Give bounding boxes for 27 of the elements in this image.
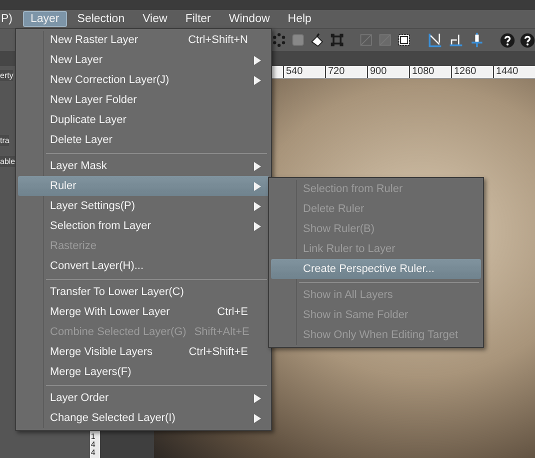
ruler-label: 900 [367, 66, 408, 78]
menu-bar-item[interactable]: P) [0, 11, 20, 27]
bucket-icon[interactable] [310, 32, 325, 48]
ruler-label: 1080 [409, 66, 450, 78]
menu-bar-item[interactable]: Help [280, 11, 320, 27]
menu-item[interactable]: Ruler [18, 176, 269, 196]
menu-bar-item[interactable]: Window [220, 11, 278, 27]
transform-icon[interactable] [330, 32, 344, 48]
ruler-label: 1440 [493, 66, 534, 78]
menu-item[interactable]: New Raster Layer Ctrl+Shift+N [18, 30, 269, 50]
ruler-icon[interactable] [468, 31, 485, 49]
help-icon[interactable] [500, 32, 515, 48]
ruler-icon[interactable] [426, 31, 443, 49]
menu-bar-item[interactable]: Selection [69, 11, 133, 27]
menu-bar-item[interactable]: Filter [177, 11, 219, 27]
menu-bar-item[interactable]: View [134, 11, 176, 27]
help-icon[interactable] [520, 32, 535, 48]
ruler-label: 1260 [451, 66, 492, 78]
menu-bar-item[interactable]: Layer [22, 11, 68, 27]
ruler-label: 720 [325, 66, 366, 78]
panel-label: tra [0, 135, 10, 146]
panel-label: erty [0, 70, 14, 81]
menu-item[interactable]: Create Perspective Ruler... [271, 259, 481, 279]
selection-frame-icon[interactable] [397, 32, 412, 48]
panel-label: able [0, 156, 16, 167]
ruler-label: 540 [283, 66, 324, 78]
dots-icon[interactable] [272, 32, 286, 48]
